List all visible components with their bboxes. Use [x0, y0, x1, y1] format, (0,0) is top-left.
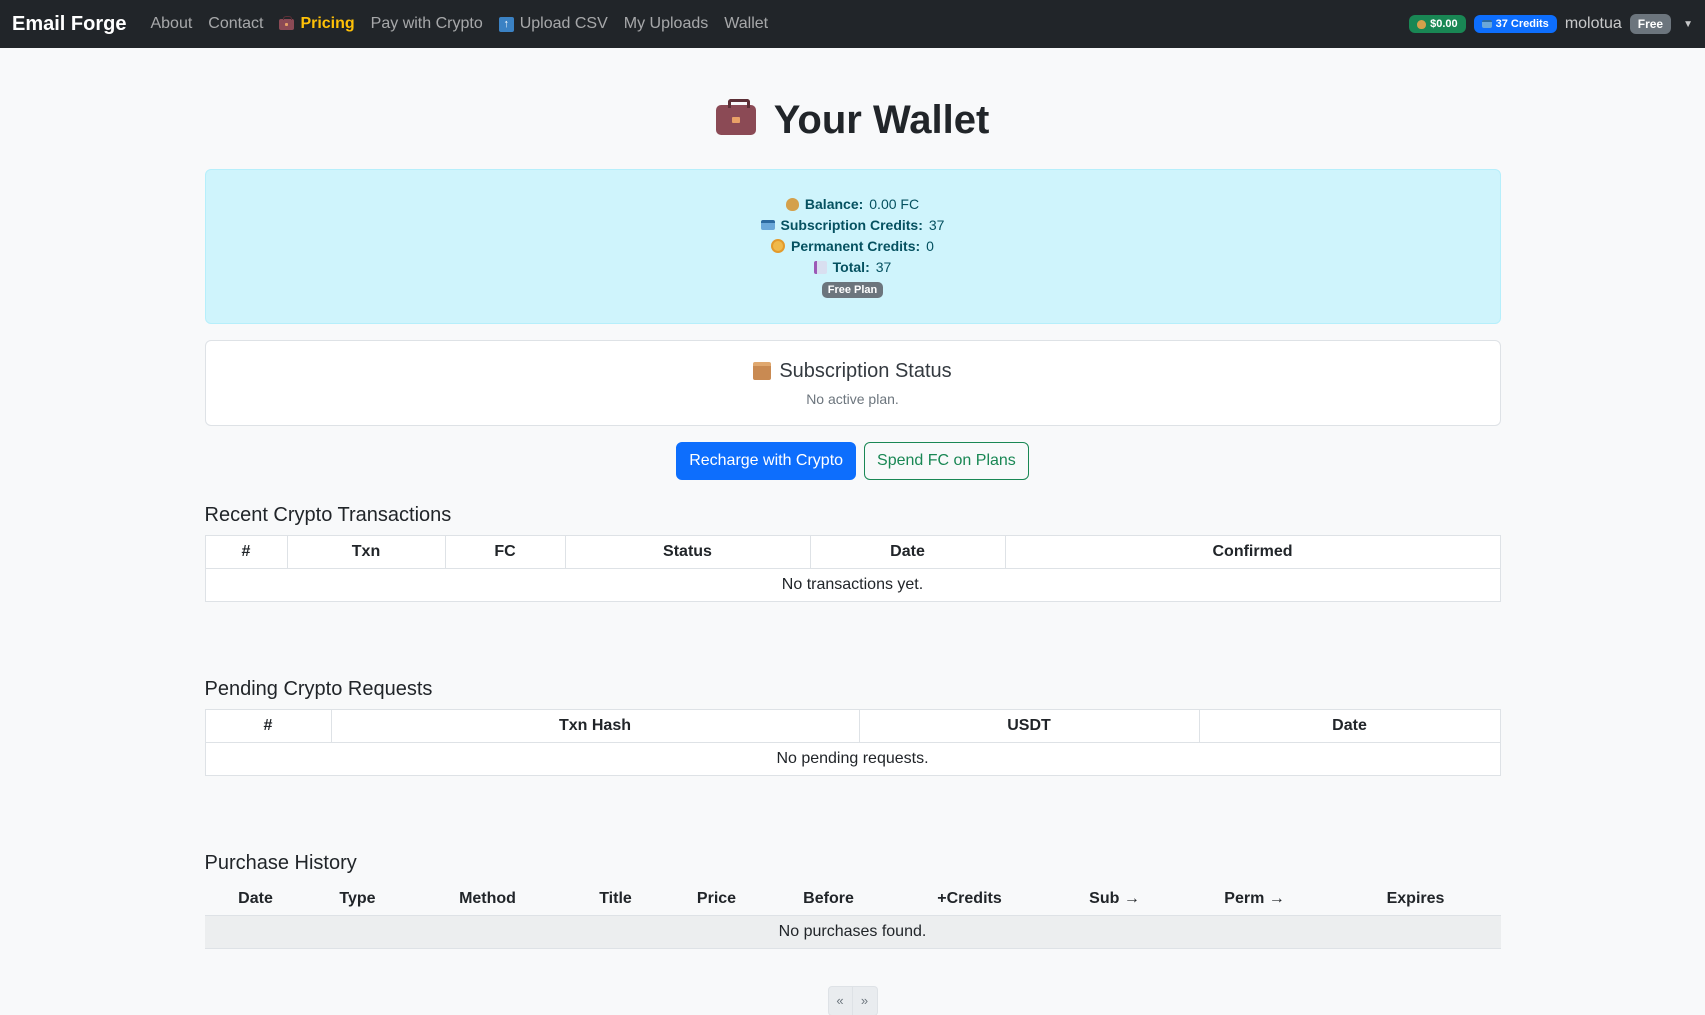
briefcase-icon — [715, 99, 756, 135]
moneybag-icon — [1417, 19, 1427, 29]
action-buttons: Recharge with Crypto Spend FC on Plans — [205, 442, 1501, 480]
column-header: Status — [564, 535, 811, 569]
column-header: # — [204, 535, 288, 569]
total-row: Total: 37 — [813, 259, 892, 276]
main-content: Your Wallet Balance: 0.00 FC Subscriptio… — [204, 94, 1501, 1015]
moneybag-icon — [785, 197, 799, 211]
credits-pill: 37 Credits — [1473, 15, 1557, 33]
credits-pill-label: 37 Credits — [1495, 18, 1549, 30]
brand-logo[interactable]: Email Forge — [12, 13, 126, 36]
nav-upload-label: Upload CSV — [519, 15, 608, 32]
column-header: Expires — [1330, 883, 1501, 916]
column-header: Date — [204, 883, 307, 916]
nav-about[interactable]: About — [150, 15, 192, 33]
subscription-status-title-text: Subscription Status — [779, 359, 952, 382]
nav-pricing-label: Pricing — [300, 15, 355, 32]
crypto-transactions-table: # Txn FC Status Date Confirmed No transa… — [204, 535, 1501, 602]
nav-contact[interactable]: Contact — [208, 15, 263, 33]
plan-badge: Free Plan — [821, 281, 884, 298]
table-header-row: # Txn FC Status Date Confirmed — [204, 535, 1501, 569]
purchase-history-title: Purchase History — [204, 852, 357, 874]
total-value: 37 — [875, 259, 892, 275]
column-header: Date — [809, 535, 1006, 569]
total-label: Total: — [832, 259, 870, 275]
balance-pill: $0.00 — [1409, 15, 1466, 33]
column-header: Before — [768, 883, 889, 916]
permanent-credits-row: Permanent Credits: 0 — [771, 238, 934, 255]
nav-pay-crypto[interactable]: Pay with Crypto — [371, 15, 483, 33]
nav-my-uploads[interactable]: My Uploads — [624, 15, 708, 33]
wallet-summary: Balance: 0.00 FC Subscription Credits: 3… — [204, 169, 1501, 324]
column-header: Date — [1198, 709, 1501, 743]
page-title-text: Your Wallet — [773, 97, 990, 142]
table-row: No transactions yet. — [204, 568, 1501, 602]
column-header: Sub → — [1050, 883, 1179, 916]
column-header: Txn — [286, 535, 446, 569]
empty-message: No transactions yet. — [204, 568, 1501, 602]
subscription-credits-row: Subscription Credits: 37 — [760, 217, 945, 234]
column-header: +Credits — [888, 883, 1051, 916]
card-icon — [1481, 20, 1492, 28]
crypto-transactions-title: Recent Crypto Transactions — [204, 504, 452, 526]
nav-upload-csv[interactable]: ↑ Upload CSV — [498, 15, 608, 33]
balance-row: Balance: 0.00 FC — [785, 196, 920, 213]
coin-icon — [771, 239, 786, 253]
subscription-status-card: Subscription Status No active plan. — [204, 340, 1501, 426]
column-header: Type — [306, 883, 409, 916]
pending-requests-table: # Txn Hash USDT Date No pending requests… — [204, 709, 1501, 776]
table-row: No purchases found. — [204, 915, 1501, 949]
credit-card-icon — [760, 220, 775, 230]
column-header: Confirmed — [1004, 535, 1501, 569]
column-header: USDT — [858, 709, 1200, 743]
nav-user-area: $0.00 37 Credits molotua Free ▼ — [1409, 14, 1693, 34]
navbar: Email Forge About Contact Pricing Pay wi… — [0, 0, 1705, 48]
empty-message: No purchases found. — [204, 915, 1501, 949]
nav-pricing[interactable]: Pricing — [279, 15, 355, 33]
table-header-row: Date Type Method Title Price Before +Cre… — [204, 883, 1501, 916]
column-header: # — [204, 709, 332, 743]
pagination-next-button[interactable]: » — [852, 985, 878, 1015]
plan-pill[interactable]: Free — [1629, 14, 1672, 34]
chart-icon — [813, 260, 827, 274]
table-header-row: # Txn Hash USDT Date — [204, 709, 1501, 743]
nav-links: About Contact Pricing Pay with Crypto ↑ … — [150, 15, 768, 33]
chevron-down-icon[interactable]: ▼ — [1683, 19, 1693, 30]
briefcase-icon — [279, 15, 295, 30]
permanent-credits-label: Permanent Credits: — [791, 238, 921, 254]
subscription-credits-label: Subscription Credits: — [780, 217, 923, 233]
balance-label: Balance: — [804, 196, 864, 212]
column-header: Perm → — [1178, 883, 1331, 916]
pending-requests-title: Pending Crypto Requests — [204, 678, 433, 700]
subscription-status-text: No active plan. — [806, 390, 899, 407]
upload-arrow-icon: ↑ — [498, 16, 514, 32]
recharge-crypto-button[interactable]: Recharge with Crypto — [676, 442, 857, 480]
spend-fc-button[interactable]: Spend FC on Plans — [864, 442, 1029, 480]
column-header: Price — [664, 883, 769, 916]
balance-value: 0.00 FC — [869, 196, 920, 212]
subscription-status-title: Subscription Status — [753, 359, 952, 383]
nav-wallet[interactable]: Wallet — [724, 15, 768, 33]
username[interactable]: molotua — [1565, 15, 1622, 33]
purchase-history-table: Date Type Method Title Price Before +Cre… — [204, 883, 1501, 949]
table-row: No pending requests. — [204, 742, 1501, 776]
empty-message: No pending requests. — [204, 742, 1501, 776]
column-header: FC — [444, 535, 566, 569]
column-header: Method — [408, 883, 567, 916]
column-header: Txn Hash — [330, 709, 860, 743]
pagination-prev-button[interactable]: « — [827, 985, 853, 1015]
subscription-credits-value: 37 — [928, 217, 945, 233]
balance-pill-label: $0.00 — [1430, 18, 1458, 30]
column-header: Title — [566, 883, 665, 916]
package-icon — [753, 362, 772, 380]
pagination: « » — [205, 985, 1501, 1015]
page-title: Your Wallet — [205, 94, 1501, 146]
permanent-credits-value: 0 — [926, 238, 934, 254]
